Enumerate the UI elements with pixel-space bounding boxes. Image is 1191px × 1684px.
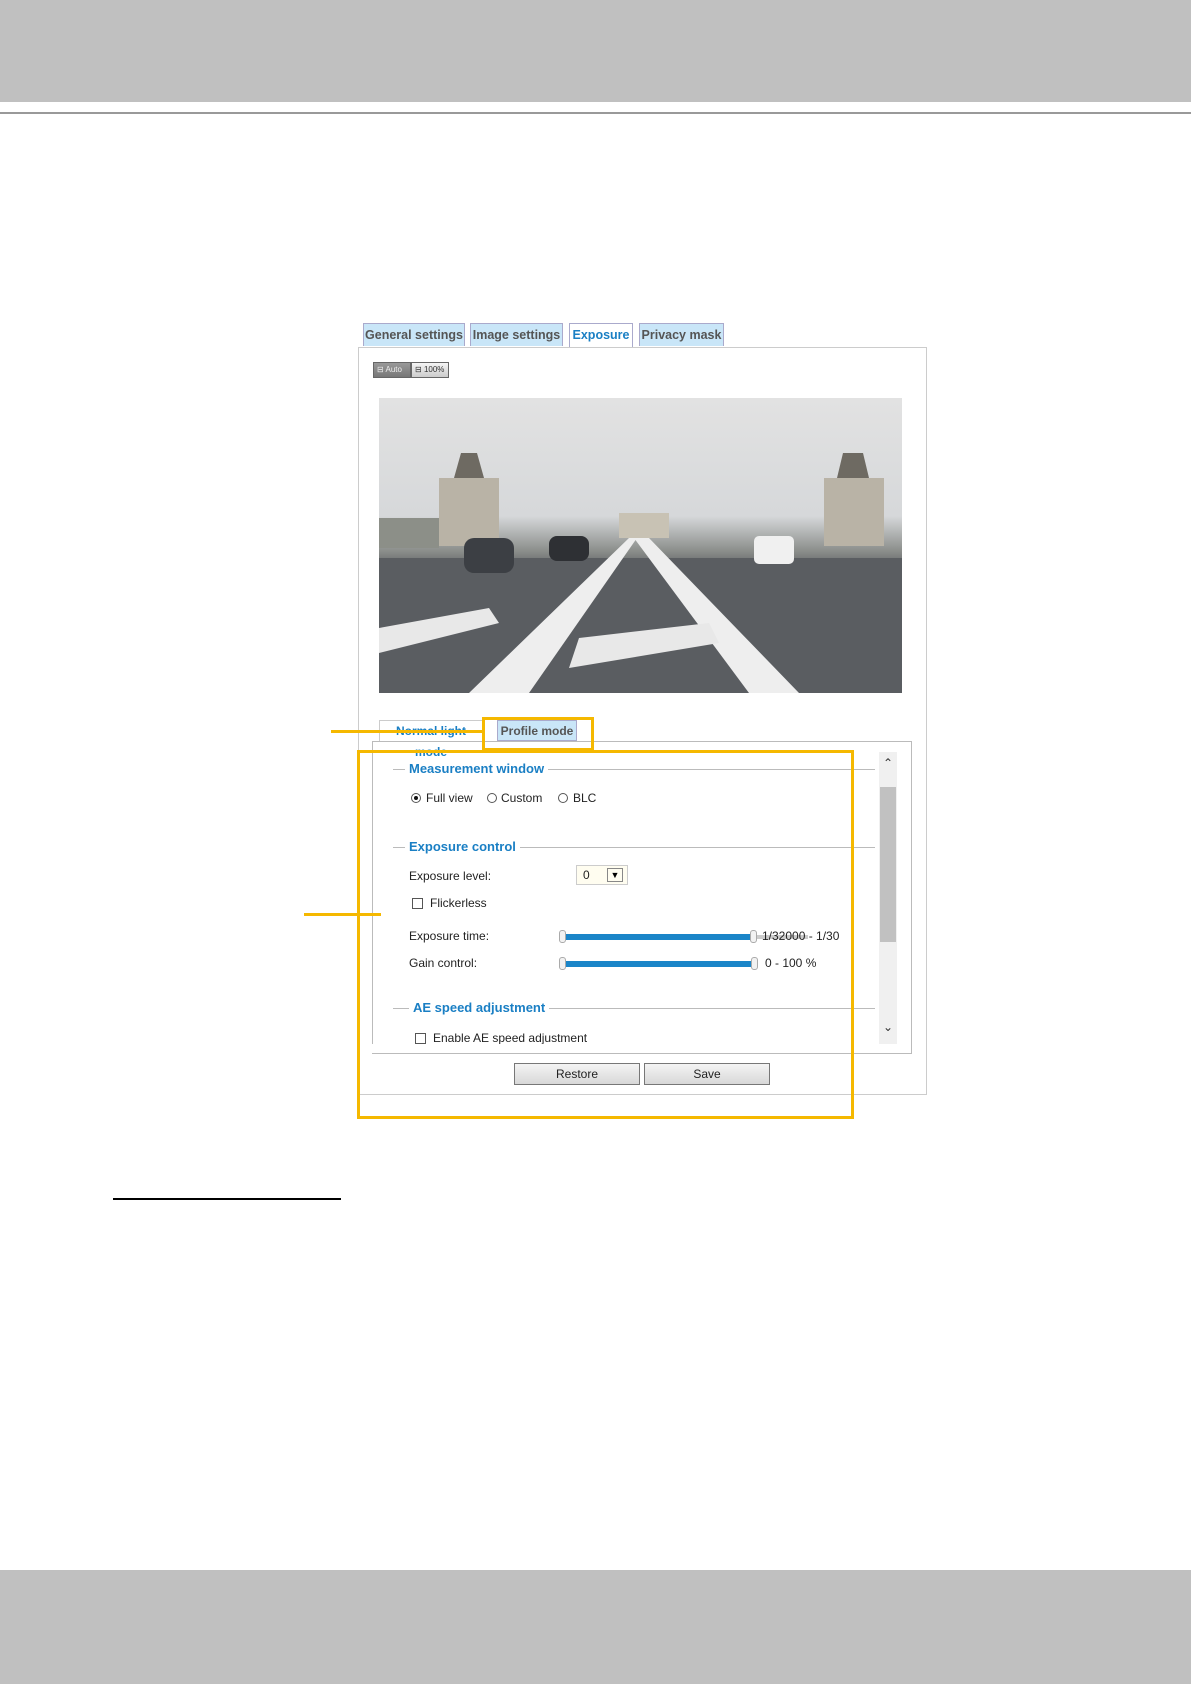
scrollbar-thumb[interactable]: [880, 787, 896, 942]
callout-line: [304, 913, 381, 916]
camera-live-view: [379, 398, 902, 693]
tab-privacy-mask[interactable]: Privacy mask: [639, 323, 724, 346]
vertical-scrollbar[interactable]: ⌃ ⌄: [879, 752, 897, 1044]
chevron-down-icon[interactable]: ⌄: [879, 1020, 897, 1038]
chevron-up-icon[interactable]: ⌃: [879, 756, 897, 774]
view-auto-label: Auto: [385, 365, 402, 374]
settings-highlight: [357, 750, 854, 1119]
view-auto-button[interactable]: ⊟ Auto: [373, 362, 411, 378]
callout-line: [331, 730, 483, 733]
street-scene-image: [379, 453, 902, 693]
underline-rule: [113, 1198, 341, 1200]
view-100-button[interactable]: ⊟ 100%: [411, 362, 449, 378]
tab-exposure[interactable]: Exposure: [569, 323, 633, 348]
tab-general-settings[interactable]: General settings: [363, 323, 465, 346]
page-footer-band: [0, 1570, 1191, 1684]
view-100-label: 100%: [423, 365, 445, 374]
fit-icon: ⊟: [415, 365, 424, 374]
header-divider: [0, 112, 1191, 114]
tab-image-settings[interactable]: Image settings: [470, 323, 563, 346]
profile-mode-highlight: [482, 717, 594, 751]
page-header-band: [0, 0, 1191, 102]
